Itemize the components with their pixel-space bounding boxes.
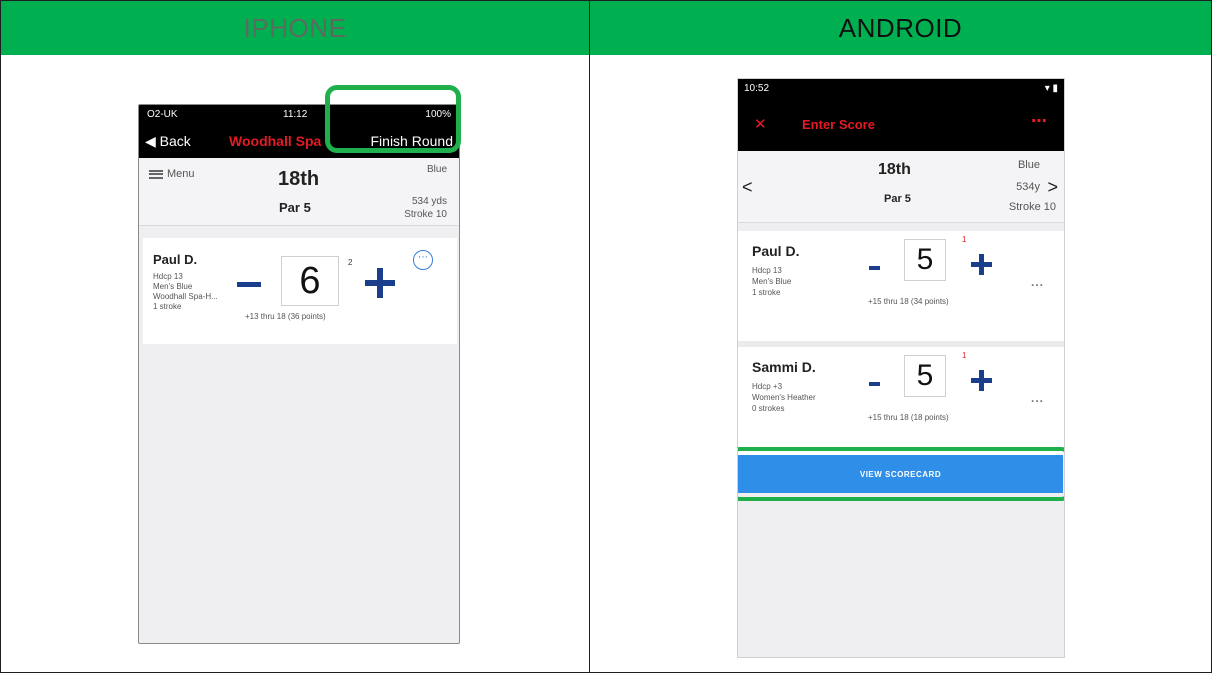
prev-chevron-icon[interactable]: < [742, 177, 753, 198]
course-title: Woodhall Spa [229, 133, 322, 149]
player-handicap: Hdcp 13 [752, 266, 782, 275]
player-strokes: 0 strokes [752, 404, 785, 413]
android-column-header: ANDROID [589, 0, 1212, 56]
player-tee: Women's Heather [752, 393, 816, 402]
player-strokes: 1 stroke [752, 288, 781, 297]
screen-title: Enter Score [802, 117, 875, 132]
stroke-index: Stroke 10 [404, 209, 447, 220]
increment-button[interactable] [968, 367, 996, 395]
next-chevron-icon[interactable]: > [1047, 177, 1058, 198]
stroke-marker: 1 [962, 235, 967, 244]
player-course: Woodhall Spa-H... [153, 292, 218, 301]
menu-label: Menu [167, 168, 195, 180]
iphone-column-header: IPHONE [0, 0, 590, 56]
back-button[interactable]: ◀ Back [145, 133, 191, 150]
score-input[interactable]: 6 [281, 256, 339, 306]
more-options-icon[interactable]: ⋯ [413, 250, 433, 270]
view-scorecard-button[interactable]: VIEW SCORECARD [738, 455, 1063, 493]
hole-header: Menu 18th Par 5 Blue 534 yds Stroke 10 [139, 158, 459, 226]
hole-par: Par 5 [884, 193, 911, 205]
hamburger-icon [149, 169, 163, 179]
player-tee: Men's Blue [153, 282, 193, 291]
increment-button[interactable] [363, 266, 399, 302]
menu-button[interactable]: Menu [149, 168, 195, 180]
player-name: Sammi D. [752, 359, 816, 375]
player-name: Paul D. [153, 252, 198, 267]
player-details: Hdcp 13 Men's Blue 1 stroke [752, 265, 791, 298]
carrier-label: O2-UK [147, 109, 178, 120]
minus-icon [237, 282, 261, 287]
more-dots-icon[interactable]: ... [1031, 275, 1044, 289]
close-icon[interactable]: ✕ [754, 115, 767, 133]
stroke-marker: 1 [962, 351, 967, 360]
decrement-button[interactable] [866, 257, 886, 277]
finish-round-highlight [325, 85, 461, 153]
decrement-button[interactable] [866, 373, 886, 393]
more-dots-icon[interactable]: ... [1031, 391, 1044, 405]
score-input[interactable]: 5 [904, 239, 946, 281]
player-strokes: 1 stroke [153, 302, 182, 311]
hole-number: 18th [278, 168, 320, 190]
player-details: Hdcp 13 Men's Blue Woodhall Spa-H... 1 s… [153, 272, 218, 312]
hole-par: Par 5 [279, 200, 311, 215]
hole-number: 18th [878, 161, 911, 178]
player-handicap: Hdcp 13 [153, 272, 183, 281]
decrement-button[interactable] [235, 272, 265, 296]
status-bar: 10:52 ▾ ▮ [738, 79, 1064, 99]
app-bar: ✕ Enter Score ⋯ [738, 99, 1064, 151]
minus-icon [869, 266, 880, 270]
tee-name: Blue [1017, 159, 1040, 171]
player-row: Paul D. Hdcp 13 Men's Blue 1 stroke 5 1 … [738, 231, 1064, 341]
back-chevron-icon: ◀ [145, 133, 156, 149]
plus-icon-v [377, 268, 383, 298]
player-row: Sammi D. Hdcp +3 Women's Heather 0 strok… [738, 347, 1064, 457]
minus-icon [869, 382, 880, 386]
hole-header: < 18th Par 5 Blue 534y > Stroke 10 [738, 151, 1064, 223]
tee-name: Blue [426, 164, 447, 175]
hole-yardage: 534 yds [411, 196, 447, 207]
player-handicap: Hdcp +3 [752, 382, 783, 391]
plus-icon-v [979, 370, 984, 391]
android-screen: 10:52 ▾ ▮ ✕ Enter Score ⋯ < 18th Par 5 B… [737, 78, 1065, 658]
score-input[interactable]: 5 [904, 355, 946, 397]
score-summary: +15 thru 18 (18 points) [868, 413, 949, 422]
increment-button[interactable] [968, 251, 996, 279]
plus-icon-v [979, 254, 984, 275]
clock-label: 10:52 [744, 83, 770, 94]
player-row: Paul D. Hdcp 13 Men's Blue Woodhall Spa-… [143, 238, 457, 344]
signal-icon: ▾ ▮ [1044, 83, 1058, 94]
stroke-marker: 2 [348, 258, 353, 267]
player-tee: Men's Blue [752, 277, 792, 286]
stroke-index: Stroke 10 [1008, 201, 1056, 213]
back-label: Back [159, 133, 191, 149]
score-summary: +15 thru 18 (34 points) [868, 297, 949, 306]
view-scorecard-highlight: VIEW SCORECARD [738, 447, 1064, 501]
player-details: Hdcp +3 Women's Heather 0 strokes [752, 381, 816, 414]
score-summary: +13 thru 18 (36 points) [245, 312, 326, 321]
player-name: Paul D. [752, 243, 800, 259]
clock-label: 11:12 [283, 109, 308, 120]
iphone-screen: O2-UK 11:12 100% ◀ Back Woodhall Spa Fin… [138, 104, 460, 644]
hole-yardage: 534y [1016, 181, 1040, 193]
more-dots-icon[interactable]: ⋯ [1031, 111, 1048, 131]
